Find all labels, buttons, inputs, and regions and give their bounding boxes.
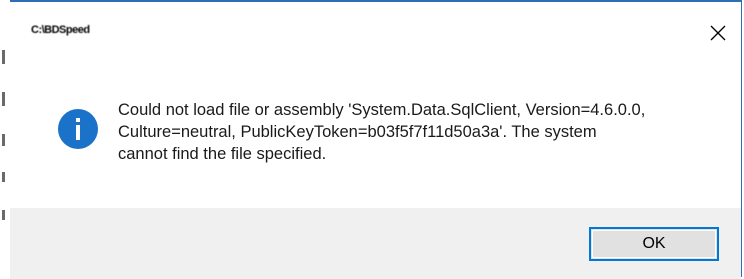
edge-mark (2, 92, 5, 106)
edge-mark (2, 172, 5, 182)
edge-mark (2, 210, 5, 220)
edge-mark (2, 134, 5, 146)
close-button[interactable] (701, 16, 735, 50)
edge-mark (2, 50, 5, 64)
error-message: Could not load file or assembly 'System.… (118, 101, 646, 163)
message-dialog: C:\BDSpeed Could not load file or assemb… (0, 0, 742, 279)
ok-button[interactable]: OK (589, 227, 719, 261)
dialog-footer: OK (1, 208, 741, 279)
dialog-title: C:\BDSpeed (31, 24, 90, 36)
background-window-edge (0, 0, 10, 279)
dialog-content: Could not load file or assembly 'System.… (1, 64, 741, 208)
info-icon (58, 109, 98, 149)
title-bar[interactable]: C:\BDSpeed (1, 2, 741, 64)
close-icon (710, 25, 726, 41)
